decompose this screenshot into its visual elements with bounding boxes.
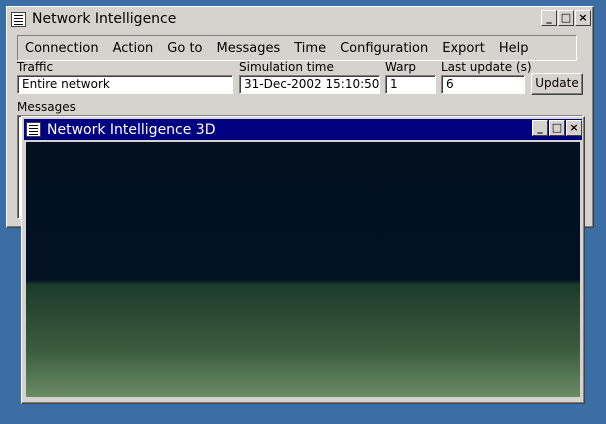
menu-help[interactable]: Help	[492, 41, 536, 56]
last-update-field[interactable]: 6	[441, 75, 525, 94]
minimize-icon[interactable]: _	[532, 120, 548, 136]
window-menu-icon[interactable]	[11, 11, 26, 27]
window-menu-icon[interactable]	[26, 122, 41, 137]
traffic-field[interactable]: Entire network	[17, 75, 233, 94]
menu-messages[interactable]: Messages	[210, 41, 288, 56]
messages-label: Messages	[17, 100, 76, 114]
menu-time[interactable]: Time	[287, 41, 333, 56]
maximize-icon[interactable]: □	[549, 120, 565, 136]
update-button[interactable]: Update	[531, 73, 583, 95]
maximize-icon[interactable]: □	[558, 10, 574, 26]
close-icon[interactable]: ×	[566, 120, 582, 136]
warp-field[interactable]: 1	[385, 75, 436, 94]
menu-connection[interactable]: Connection	[18, 41, 106, 56]
main-titlebar[interactable]: Network Intelligence _ □ ×	[9, 9, 591, 29]
traffic-label: Traffic	[17, 60, 54, 74]
simulation-time-label: Simulation time	[239, 60, 334, 74]
3d-window-title: Network Intelligence 3D	[47, 121, 216, 138]
simulation-time-field[interactable]: 31-Dec-2002 15:10:50	[239, 75, 380, 94]
menu-bar: Connection Action Go to Messages Time Co…	[17, 35, 577, 61]
minimize-icon[interactable]: _	[541, 10, 557, 26]
warp-label: Warp	[385, 60, 417, 74]
last-update-label: Last update (s)	[441, 60, 532, 74]
main-window-title: Network Intelligence	[32, 11, 177, 27]
3d-viewport[interactable]	[26, 142, 580, 397]
menu-goto[interactable]: Go to	[160, 41, 209, 56]
menu-export[interactable]: Export	[435, 41, 492, 56]
menu-action[interactable]: Action	[106, 41, 161, 56]
3d-titlebar[interactable]: Network Intelligence 3D _ □ ×	[24, 119, 582, 140]
network-3d-window: Network Intelligence 3D _ □ ×	[21, 116, 585, 404]
close-icon[interactable]: ×	[575, 10, 591, 26]
menu-configuration[interactable]: Configuration	[333, 41, 435, 56]
